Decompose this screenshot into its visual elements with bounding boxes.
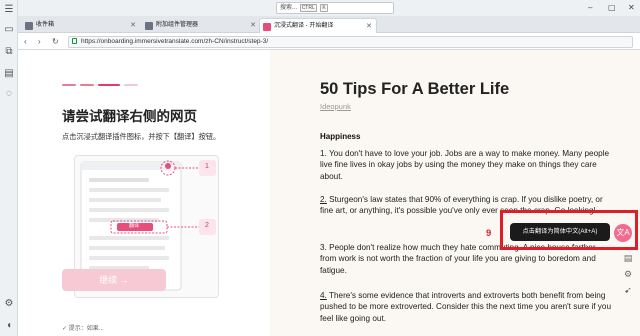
gear-icon[interactable]: ⚙ bbox=[622, 268, 634, 280]
tip-number[interactable]: 2. bbox=[320, 195, 327, 204]
search-input[interactable]: 搜索... CTRL K bbox=[276, 2, 394, 14]
search-placeholder: 搜索... bbox=[280, 5, 298, 11]
tip-number: 1. bbox=[320, 149, 327, 158]
translate-tooltip-button[interactable]: 点击翻译为简体中文(Alt+A) bbox=[510, 223, 610, 241]
onboarding-panel: 请尝试翻译右侧的网页 点击沉浸式翻译插件图标，并按下【翻译】按钮。 1 2 翻译… bbox=[18, 50, 270, 336]
illustration-step-1: 1 bbox=[205, 163, 209, 170]
url-field[interactable]: https://onboarding.immersivetranslate.co… bbox=[68, 36, 633, 48]
article-title: 50 Tips For A Better Life bbox=[320, 80, 510, 98]
tab-addons[interactable]: 附加组件管理器 ✕ bbox=[142, 18, 260, 33]
tab-immersive-translate[interactable]: 沉浸式翻译 - 开始翻译 ✕ bbox=[259, 18, 377, 33]
bookmark-icon[interactable]: ⧉ bbox=[3, 46, 15, 58]
illustration-translate-button: 翻译 bbox=[129, 223, 140, 229]
tip-text: You don't have to love your job. Jobs ar… bbox=[320, 149, 610, 181]
reload-icon[interactable]: ↻ bbox=[52, 36, 59, 47]
section-heading: Happiness bbox=[320, 132, 361, 141]
lock-icon bbox=[72, 38, 77, 44]
menu-icon[interactable]: ☰ bbox=[3, 4, 15, 16]
step-indicator-active bbox=[98, 84, 120, 86]
notes-icon[interactable]: ▤ bbox=[3, 68, 15, 80]
tip-number: 3. bbox=[320, 243, 327, 252]
footer-hint: ✓ 提示：如果... bbox=[62, 326, 104, 332]
tab-label: 沉浸式翻译 - 开始翻译 bbox=[274, 23, 334, 29]
step-indicator bbox=[62, 84, 76, 86]
back-icon[interactable]: ‹ bbox=[24, 36, 27, 47]
tab-close-icon[interactable]: ✕ bbox=[366, 19, 372, 34]
onboarding-heading: 请尝试翻译右侧的网页 bbox=[62, 109, 197, 124]
continue-button[interactable]: 继续 → bbox=[62, 269, 166, 291]
panel-icon[interactable]: ▭ bbox=[3, 24, 15, 36]
signal-icon: ◖ bbox=[5, 320, 13, 331]
shortcut-key-2: K bbox=[320, 4, 328, 12]
shortcut-key: CTRL bbox=[299, 4, 317, 12]
translate-logo-icon bbox=[263, 23, 271, 31]
tab-close-icon[interactable]: ✕ bbox=[130, 18, 136, 33]
minimize-button[interactable]: – bbox=[588, 2, 592, 14]
page-icon[interactable]: ▤ bbox=[622, 252, 634, 264]
tab-bar: 收件箱 ✕ 附加组件管理器 ✕ 沉浸式翻译 - 开始翻译 ✕ bbox=[18, 16, 640, 33]
tab-label: 收件箱 bbox=[36, 22, 55, 28]
puzzle-icon bbox=[145, 22, 153, 30]
url-text: https://onboarding.immersivetranslate.co… bbox=[81, 38, 269, 45]
maximize-button[interactable]: ▢ bbox=[608, 2, 616, 14]
article-author-link[interactable]: Ideopunk bbox=[320, 102, 351, 111]
tip-number[interactable]: 4. bbox=[320, 291, 327, 300]
browser-window: ☰ ▭ ⧉ ▤ ◌ ⚙ ◖ 搜索... CTRL K – ▢ ✕ 收件箱 ✕ 附… bbox=[0, 0, 640, 336]
illustration-step-2: 2 bbox=[205, 222, 209, 229]
title-bar: 搜索... CTRL K – ▢ ✕ bbox=[18, 0, 640, 16]
tab-inbox[interactable]: 收件箱 ✕ bbox=[22, 18, 140, 33]
close-window-button[interactable]: ✕ bbox=[628, 2, 635, 14]
onboarding-subtitle: 点击沉浸式翻译插件图标，并按下【翻译】按钮。 bbox=[62, 132, 221, 141]
tip-paragraph: 4. There's some evidence that introverts… bbox=[320, 290, 612, 324]
tip-paragraph: 1. You don't have to love your job. Jobs… bbox=[320, 148, 612, 182]
translate-fab-icon[interactable]: 文A bbox=[614, 224, 632, 242]
tab-label: 附加组件管理器 bbox=[156, 22, 199, 28]
settings-icon[interactable]: ⚙ bbox=[3, 298, 15, 310]
tab-close-icon[interactable]: ✕ bbox=[250, 18, 256, 33]
mail-icon bbox=[25, 22, 33, 30]
forward-icon[interactable]: › bbox=[38, 36, 41, 47]
step-marker-number: 9 bbox=[486, 228, 492, 239]
step-indicator bbox=[80, 84, 94, 86]
rocket-icon[interactable]: ➹ bbox=[622, 284, 634, 296]
chat-icon[interactable]: ◌ bbox=[3, 88, 15, 100]
step-indicator bbox=[124, 84, 138, 86]
address-bar: ‹ › ↻ https://onboarding.immersivetransl… bbox=[18, 33, 640, 50]
side-app-bar: ☰ ▭ ⧉ ▤ ◌ ⚙ ◖ bbox=[0, 0, 18, 336]
article-panel: 50 Tips For A Better Life Ideopunk Happi… bbox=[270, 50, 640, 336]
tip-text: There's some evidence that introverts an… bbox=[320, 291, 612, 323]
